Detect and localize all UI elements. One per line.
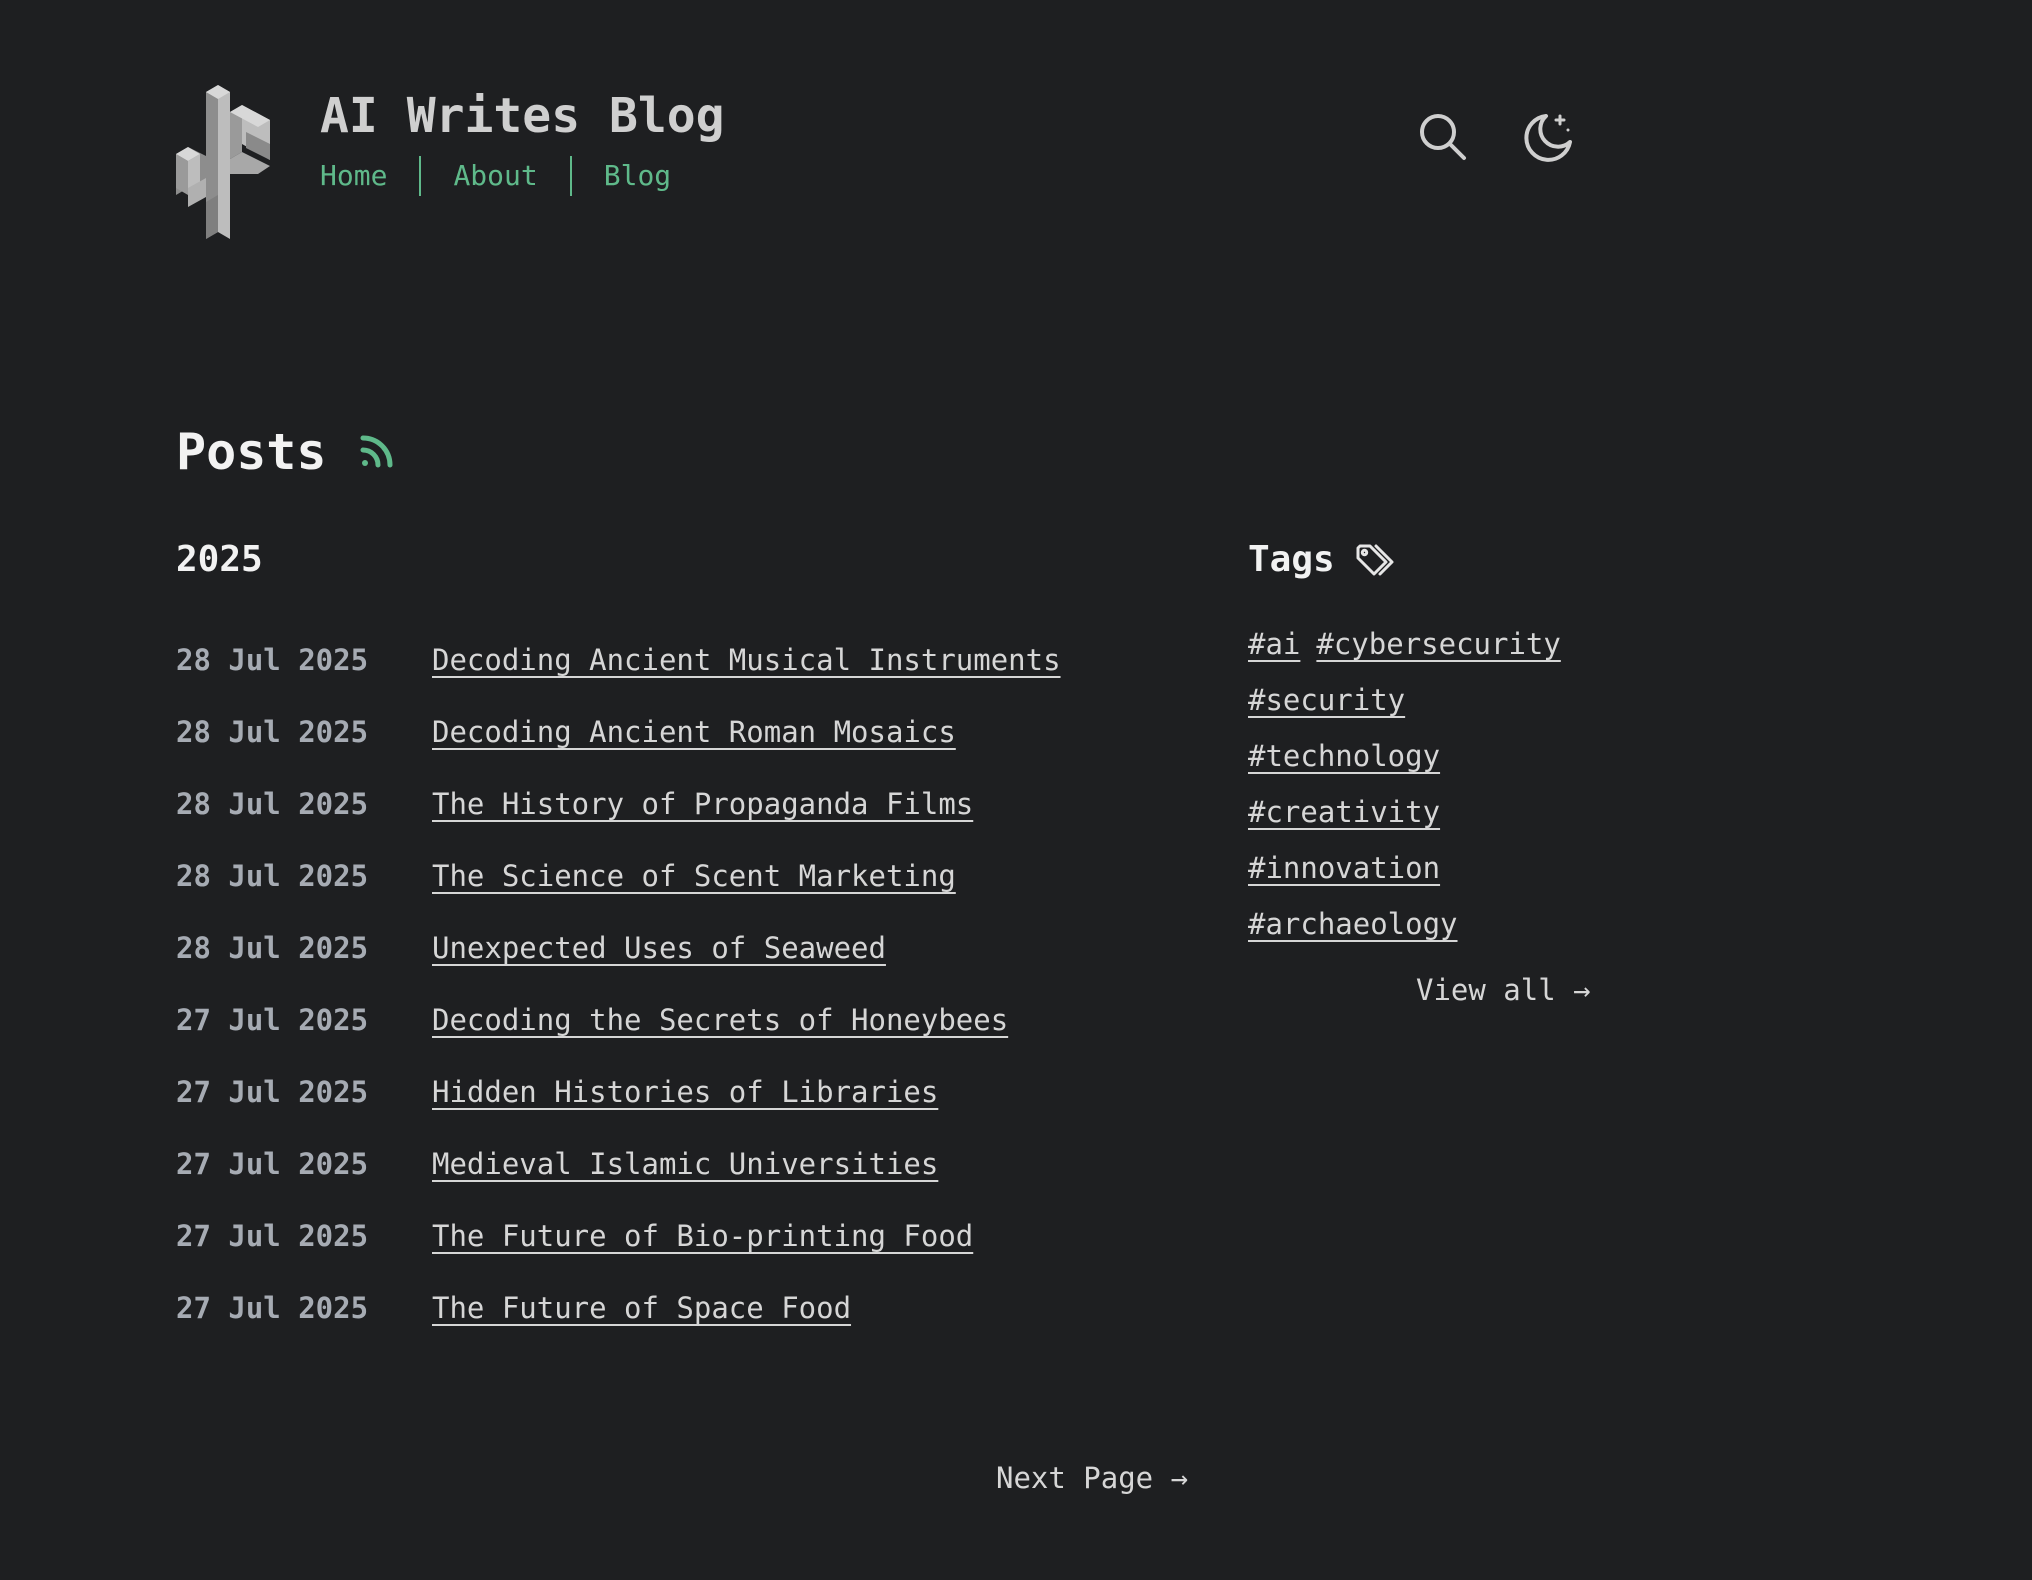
post-date: 28 Jul 2025 xyxy=(176,859,369,893)
tag-link[interactable]: #innovation xyxy=(1248,840,1440,896)
tags-heading-label: Tags xyxy=(1248,539,1335,580)
tag-link[interactable]: #security xyxy=(1248,672,1405,728)
post-title-link[interactable]: Decoding Ancient Roman Mosaics xyxy=(432,715,956,749)
post-title-link[interactable]: The History of Propaganda Films xyxy=(432,787,973,821)
tag-list: #ai #cybersecurity #security #technology… xyxy=(1248,616,1608,952)
post-date: 27 Jul 2025 xyxy=(176,1003,369,1037)
moon-icon xyxy=(1524,114,1572,162)
tags-icon xyxy=(1356,544,1394,576)
post-title-link[interactable]: Decoding Ancient Musical Instruments xyxy=(432,643,1061,677)
posts-heading-label: Posts xyxy=(176,423,327,481)
post-date: 28 Jul 2025 xyxy=(176,931,369,965)
post-item: 28 Jul 2025 Decoding Ancient Musical Ins… xyxy=(176,624,1061,696)
search-button[interactable] xyxy=(1416,110,1472,166)
main-nav: Home About Blog xyxy=(320,156,671,196)
rss-link[interactable] xyxy=(327,422,395,482)
year-heading: 2025 xyxy=(176,539,263,580)
post-item: 27 Jul 2025 The Future of Space Food xyxy=(176,1272,1061,1344)
post-item: 27 Jul 2025 Hidden Histories of Librarie… xyxy=(176,1056,1061,1128)
post-date: 28 Jul 2025 xyxy=(176,715,369,749)
post-date: 27 Jul 2025 xyxy=(176,1147,369,1181)
post-title-link[interactable]: The Future of Bio-printing Food xyxy=(432,1219,973,1253)
post-title-link[interactable]: Medieval Islamic Universities xyxy=(432,1147,938,1181)
nav-about[interactable]: About xyxy=(453,156,537,196)
post-date: 27 Jul 2025 xyxy=(176,1075,369,1109)
nav-home[interactable]: Home xyxy=(320,156,387,196)
nav-blog[interactable]: Blog xyxy=(604,156,671,196)
tag-link[interactable]: #ai xyxy=(1248,616,1300,672)
post-title-link[interactable]: Decoding the Secrets of Honeybees xyxy=(432,1003,1008,1037)
post-date: 28 Jul 2025 xyxy=(176,643,369,677)
search-icon xyxy=(1420,114,1466,160)
post-item: 28 Jul 2025 The History of Propaganda Fi… xyxy=(176,768,1061,840)
theme-toggle-button[interactable] xyxy=(1520,110,1576,166)
post-item: 27 Jul 2025 The Future of Bio-printing F… xyxy=(176,1200,1061,1272)
tag-link[interactable]: #archaeology xyxy=(1248,896,1458,952)
post-item: 28 Jul 2025 Decoding Ancient Roman Mosai… xyxy=(176,696,1061,768)
post-date: 27 Jul 2025 xyxy=(176,1291,369,1325)
tag-link[interactable]: #creativity xyxy=(1248,784,1440,840)
view-all-tags-link[interactable]: View all → xyxy=(1416,970,1591,1010)
post-list: 28 Jul 2025 Decoding Ancient Musical Ins… xyxy=(176,624,1061,1344)
post-date: 27 Jul 2025 xyxy=(176,1219,369,1253)
nav-divider xyxy=(419,156,422,196)
post-title-link[interactable]: The Science of Scent Marketing xyxy=(432,859,956,893)
tag-link[interactable]: #technology xyxy=(1248,728,1440,784)
rss-icon xyxy=(360,435,393,468)
post-item: 28 Jul 2025 Unexpected Uses of Seaweed xyxy=(176,912,1061,984)
next-page-link[interactable]: Next Page → xyxy=(996,1458,1188,1498)
posts-heading: Posts xyxy=(176,422,395,482)
post-item: 27 Jul 2025 Decoding the Secrets of Hone… xyxy=(176,984,1061,1056)
post-item: 28 Jul 2025 The Science of Scent Marketi… xyxy=(176,840,1061,912)
tag-link[interactable]: #cybersecurity xyxy=(1316,616,1560,672)
cactus-logo-icon xyxy=(176,85,270,239)
post-date: 28 Jul 2025 xyxy=(176,787,369,821)
nav-divider xyxy=(569,156,572,196)
post-title-link[interactable]: Unexpected Uses of Seaweed xyxy=(432,931,886,965)
post-title-link[interactable]: Hidden Histories of Libraries xyxy=(432,1075,938,1109)
site-title[interactable]: AI Writes Blog xyxy=(320,88,725,144)
post-item: 27 Jul 2025 Medieval Islamic Universitie… xyxy=(176,1128,1061,1200)
tags-heading: Tags xyxy=(1248,538,1397,582)
post-title-link[interactable]: The Future of Space Food xyxy=(432,1291,851,1325)
